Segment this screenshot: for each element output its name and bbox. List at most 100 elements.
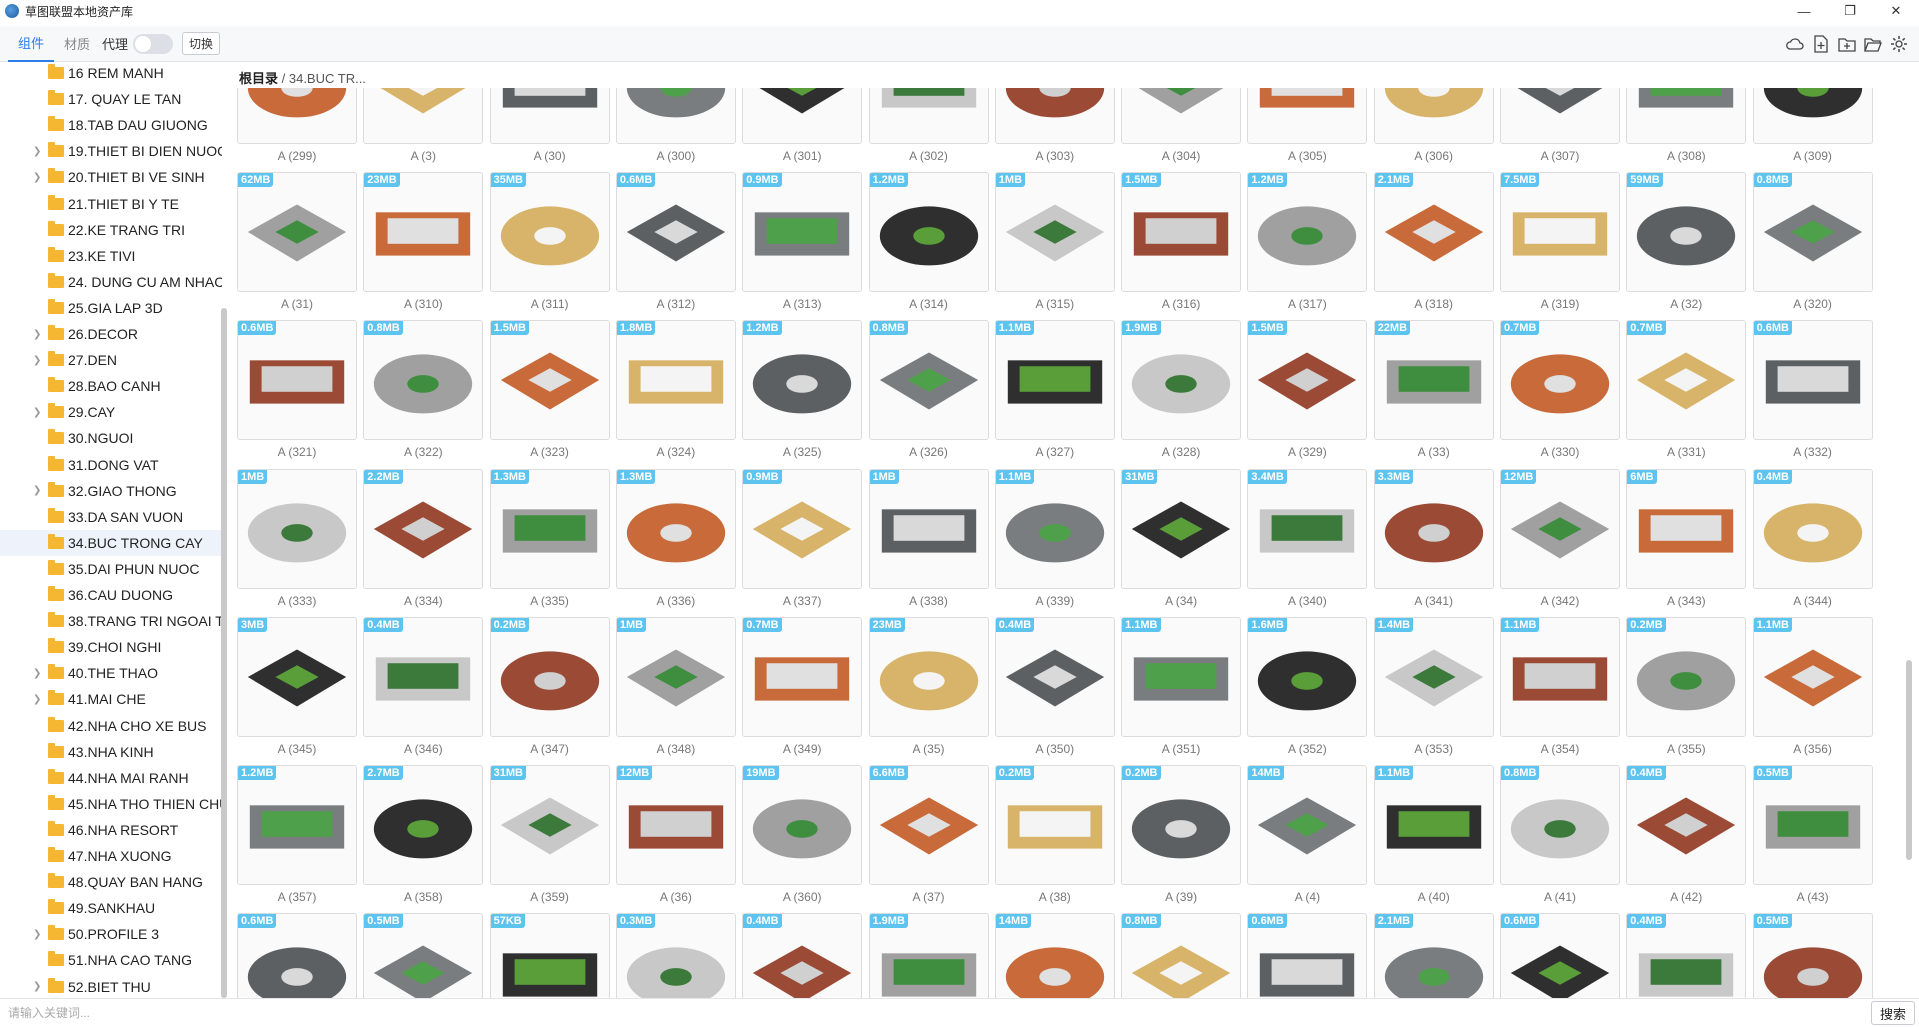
proxy-toggle[interactable] <box>133 33 174 54</box>
asset-thumbnail[interactable]: 0.4MB <box>1752 468 1873 589</box>
chevron-right-icon[interactable]: ❯ <box>33 146 41 157</box>
asset-thumbnail[interactable]: 35MB <box>489 172 610 293</box>
gear-icon[interactable] <box>1889 34 1909 54</box>
sidebar-item[interactable]: ❯ 40.THE THAO <box>0 660 222 686</box>
sidebar-item[interactable]: 44.NHA MAI RANH <box>0 765 222 791</box>
asset-thumbnail[interactable]: 1.5MB <box>1247 320 1368 441</box>
asset-thumbnail[interactable]: 1MB <box>615 616 736 737</box>
asset-thumbnail[interactable]: 7.5MB <box>1500 172 1620 293</box>
sidebar-item[interactable]: ❯ 29.CAY <box>0 399 222 425</box>
asset-thumbnail[interactable]: 1.1MB <box>994 468 1115 589</box>
asset-thumbnail[interactable]: 23MB <box>363 172 484 293</box>
asset-thumbnail[interactable]: 0.8MB <box>1121 913 1242 998</box>
sidebar-item[interactable]: ❯ 20.THIET BI VE SINH <box>0 164 222 190</box>
asset-thumbnail[interactable]: 0.4MB <box>1626 765 1747 885</box>
asset-thumbnail[interactable]: 0.8MB <box>1752 172 1873 293</box>
asset-thumbnail[interactable]: 12MB <box>615 765 736 885</box>
chevron-right-icon[interactable]: ❯ <box>33 694 41 705</box>
asset-thumbnail[interactable]: 31MB <box>489 765 610 885</box>
asset-thumbnail[interactable] <box>1121 88 1242 144</box>
asset-thumbnail[interactable]: 1MB <box>237 468 357 589</box>
sidebar-item[interactable]: 28.BAO CANH <box>0 373 222 399</box>
asset-thumbnail[interactable]: 1.2MB <box>742 320 863 441</box>
asset-thumbnail[interactable]: 6MB <box>1626 468 1747 589</box>
asset-thumbnail[interactable]: 0.8MB <box>363 320 484 441</box>
asset-thumbnail[interactable]: 1.2MB <box>1247 172 1368 293</box>
sidebar-item[interactable]: 36.CAU DUONG <box>0 582 222 608</box>
chevron-right-icon[interactable]: ❯ <box>33 485 41 496</box>
asset-thumbnail[interactable]: 22MB <box>1373 320 1494 441</box>
asset-thumbnail[interactable]: 0.5MB <box>1752 913 1873 998</box>
asset-thumbnail[interactable]: 12MB <box>1500 468 1620 589</box>
sidebar-item[interactable]: 23.KE TIVI <box>0 243 222 269</box>
sidebar-item[interactable]: 30.NGUOI <box>0 425 222 451</box>
sidebar-item[interactable]: 16 REM MANH <box>0 63 222 86</box>
asset-thumbnail[interactable]: 1.8MB <box>615 320 736 441</box>
asset-thumbnail[interactable]: 14MB <box>994 913 1115 998</box>
asset-thumbnail[interactable] <box>742 88 863 144</box>
asset-thumbnail[interactable]: 2.1MB <box>1373 913 1494 998</box>
asset-thumbnail[interactable]: 19MB <box>742 765 863 885</box>
sidebar-item[interactable]: 47.NHA XUONG <box>0 843 222 869</box>
switch-button[interactable]: 切换 <box>182 32 221 55</box>
sidebar-item[interactable]: 42.NHA CHO XE BUS <box>0 713 222 739</box>
asset-thumbnail[interactable]: 1.6MB <box>1247 616 1368 737</box>
asset-thumbnail[interactable]: 3.4MB <box>1247 468 1368 589</box>
sidebar-item[interactable]: 39.CHOI NGHI <box>0 634 222 660</box>
asset-thumbnail[interactable]: 0.6MB <box>615 172 736 293</box>
sidebar-item[interactable]: 25.GIA LAP 3D <box>0 295 222 321</box>
sidebar-item[interactable]: ❯ 27.DEN <box>0 347 222 373</box>
asset-thumbnail[interactable]: 3.3MB <box>1373 468 1494 589</box>
sidebar-item[interactable]: 33.DA SAN VUON <box>0 504 222 530</box>
asset-thumbnail[interactable]: 0.9MB <box>742 172 863 293</box>
asset-thumbnail[interactable]: 0.7MB <box>1626 320 1747 441</box>
tab-components[interactable]: 组件 <box>8 26 55 62</box>
asset-thumbnail[interactable]: 0.6MB <box>1752 320 1873 441</box>
asset-thumbnail[interactable]: 1.1MB <box>994 320 1115 441</box>
asset-thumbnail[interactable]: 1.1MB <box>1373 765 1494 885</box>
minimize-icon[interactable]: — <box>1781 0 1827 22</box>
sidebar-item[interactable]: ❯ 41.MAI CHE <box>0 686 222 712</box>
restore-icon[interactable]: ❐ <box>1827 0 1873 22</box>
chevron-right-icon[interactable]: ❯ <box>33 668 41 679</box>
asset-thumbnail[interactable]: 0.7MB <box>742 616 863 737</box>
asset-thumbnail[interactable]: 0.7MB <box>1500 320 1620 441</box>
asset-thumbnail[interactable]: 0.8MB <box>868 320 989 441</box>
asset-thumbnail[interactable]: 1.3MB <box>489 468 610 589</box>
sidebar-item[interactable]: 24. DUNG CU AM NHAC <box>0 269 222 295</box>
add-file-icon[interactable] <box>1811 34 1831 54</box>
asset-thumbnail[interactable]: 0.4MB <box>994 616 1115 737</box>
asset-thumbnail[interactable]: 0.2MB <box>994 765 1115 885</box>
cloud-icon[interactable] <box>1785 34 1805 54</box>
asset-thumbnail[interactable]: 62MB <box>237 172 357 293</box>
asset-thumbnail[interactable] <box>237 88 357 144</box>
asset-thumbnail[interactable]: 31MB <box>1121 468 1242 589</box>
sidebar-item[interactable]: 45.NHA THO THIEN CHUA <box>0 791 222 817</box>
asset-thumbnail[interactable]: 0.8MB <box>1500 765 1620 885</box>
chevron-right-icon[interactable]: ❯ <box>33 355 41 366</box>
asset-thumbnail[interactable] <box>1373 88 1494 144</box>
grid-scrollbar[interactable] <box>1906 660 1912 860</box>
sidebar-item[interactable]: ❯ 26.DECOR <box>0 321 222 347</box>
asset-thumbnail[interactable]: 1.5MB <box>1121 172 1242 293</box>
asset-thumbnail[interactable] <box>363 88 484 144</box>
asset-thumbnail[interactable] <box>868 88 989 144</box>
sidebar-item[interactable]: ❯ 50.PROFILE 3 <box>0 921 222 947</box>
search-button[interactable]: 搜索 <box>1871 1001 1915 1025</box>
sidebar-item[interactable]: 43.NHA KINH <box>0 739 222 765</box>
sidebar-item[interactable]: 17. QUAY LE TAN <box>0 86 222 112</box>
asset-thumbnail[interactable]: 0.2MB <box>489 616 610 737</box>
chevron-right-icon[interactable]: ❯ <box>33 172 41 183</box>
asset-thumbnail[interactable] <box>1500 88 1620 144</box>
asset-thumbnail[interactable]: 1.4MB <box>1373 616 1494 737</box>
asset-thumbnail[interactable]: 1.1MB <box>1500 616 1620 737</box>
asset-thumbnail[interactable]: 1.3MB <box>615 468 736 589</box>
close-icon[interactable]: ✕ <box>1873 0 1919 22</box>
asset-thumbnail[interactable]: 0.5MB <box>1752 765 1873 885</box>
asset-thumbnail[interactable]: 0.2MB <box>1626 616 1747 737</box>
asset-thumbnail[interactable]: 57KB <box>489 913 610 998</box>
sidebar-item[interactable]: 22.KE TRANG TRI <box>0 217 222 243</box>
add-folder-icon[interactable] <box>1837 34 1857 54</box>
asset-thumbnail[interactable]: 1MB <box>994 172 1115 293</box>
sidebar-item[interactable]: 38.TRANG TRI NGOAI THAT <box>0 608 222 634</box>
